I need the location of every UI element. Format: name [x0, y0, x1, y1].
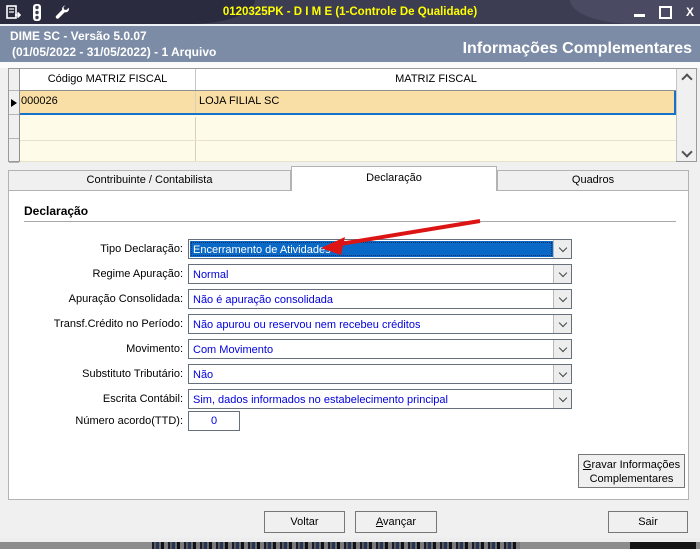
- notes-icon[interactable]: [6, 4, 21, 20]
- field-label-apuracao-consolidada: Apuração Consolidada:: [68, 293, 183, 305]
- gutter-cell-row2[interactable]: [9, 115, 19, 139]
- field-label-movimento: Movimento:: [126, 343, 183, 355]
- combobox-movimento[interactable]: Com Movimento: [188, 339, 572, 359]
- tab-declaracao[interactable]: Declaração: [291, 166, 497, 191]
- combobox-tipo-declaracao[interactable]: Encerramento de Atividades: [188, 239, 572, 259]
- combobox-value[interactable]: Encerramento de Atividades: [190, 241, 553, 257]
- field-label-numero-acordo-ttd: Número acordo(TTD):: [75, 415, 183, 427]
- field-label-substituto-tributario: Substituto Tributário:: [82, 368, 183, 380]
- window-title: 0120325PK - D I M E (1-Controle De Quali…: [222, 6, 478, 18]
- app-version: DIME SC - Versão 5.0.07: [10, 29, 147, 43]
- period-info: (01/05/2022 - 31/05/2022) - 1 Arquivo: [12, 45, 217, 59]
- combobox-escrita-contabil[interactable]: Sim, dados informados no estabelecimento…: [188, 389, 572, 409]
- gutter-header-cell: [9, 69, 19, 91]
- group-divider-line: [24, 221, 676, 222]
- grid-header-row: Código MATRIZ FISCAL MATRIZ FISCAL: [20, 69, 676, 91]
- combobox-transf-credito[interactable]: Não apurou ou reservou nem recebeu crédi…: [188, 314, 572, 334]
- table-row-empty[interactable]: [20, 141, 676, 162]
- scroll-up-icon[interactable]: [677, 69, 696, 85]
- numero-acordo-ttd-input[interactable]: [188, 411, 240, 431]
- field-label-tipo-declaracao: Tipo Declaração:: [100, 243, 183, 255]
- chevron-down-icon[interactable]: [553, 315, 571, 333]
- current-row-marker-icon: [11, 99, 17, 107]
- tab-contribuinte-contabilista[interactable]: Contribuinte / Contabilista: [8, 170, 291, 191]
- table-row-selected[interactable]: 000026 LOJA FILIAL SC: [20, 91, 676, 115]
- chevron-down-icon[interactable]: [553, 390, 571, 408]
- chevron-down-icon[interactable]: [553, 240, 571, 258]
- chevron-down-icon[interactable]: [553, 265, 571, 283]
- cell-matriz[interactable]: LOJA FILIAL SC: [196, 91, 674, 113]
- combobox-regime-apuracao[interactable]: Normal: [188, 264, 572, 284]
- gravar-informacoes-complementares-button[interactable]: Gravar Informações Complementares: [578, 454, 685, 488]
- combobox-apuracao-consolidada[interactable]: Não é apuração consolidada: [188, 289, 572, 309]
- sair-button[interactable]: Sair: [608, 511, 688, 533]
- close-icon[interactable]: X: [686, 5, 694, 19]
- minimize-icon[interactable]: [633, 13, 645, 17]
- field-label-transf-credito: Transf.Crédito no Período:: [53, 318, 183, 330]
- voltar-button[interactable]: Voltar: [264, 511, 345, 533]
- cell-codigo[interactable]: 000026: [20, 91, 196, 113]
- chevron-down-icon[interactable]: [553, 290, 571, 308]
- field-label-escrita-contabil: Escrita Contábil:: [102, 393, 183, 405]
- page-title: Informações Complementares: [462, 40, 692, 57]
- chevron-down-icon[interactable]: [553, 340, 571, 358]
- background-window-edge: [0, 542, 700, 549]
- app-header: DIME SC - Versão 5.0.07 (01/05/2022 - 31…: [0, 24, 700, 62]
- column-header-matriz[interactable]: MATRIZ FISCAL: [196, 69, 676, 90]
- combobox-substituto-tributario[interactable]: Não: [188, 364, 572, 384]
- grid-vertical-scrollbar[interactable]: [676, 69, 696, 161]
- group-title-declaracao: Declaração: [24, 204, 89, 218]
- table-row-empty[interactable]: [20, 117, 676, 141]
- avancar-button[interactable]: Avançar: [355, 511, 437, 533]
- grid-row-selector-column: [9, 69, 20, 163]
- traffic-light-icon[interactable]: [31, 3, 43, 21]
- chevron-down-icon[interactable]: [553, 365, 571, 383]
- wrench-icon[interactable]: [53, 4, 69, 20]
- combobox-value[interactable]: Normal: [190, 266, 553, 282]
- combobox-value[interactable]: Com Movimento: [190, 341, 553, 357]
- matriz-fiscal-grid: Código MATRIZ FISCAL MATRIZ FISCAL 00002…: [8, 68, 697, 163]
- scroll-down-icon[interactable]: [677, 145, 696, 161]
- field-label-regime-apuracao: Regime Apuração:: [92, 268, 184, 280]
- gutter-cell-row3[interactable]: [9, 139, 19, 163]
- maximize-icon[interactable]: [658, 5, 672, 19]
- column-header-codigo[interactable]: Código MATRIZ FISCAL: [20, 69, 196, 90]
- tab-quadros[interactable]: Quadros: [497, 170, 689, 191]
- combobox-value[interactable]: Não: [190, 366, 553, 382]
- gutter-cell-row1[interactable]: [9, 91, 19, 115]
- combobox-value[interactable]: Não é apuração consolidada: [190, 291, 553, 307]
- window-titlebar[interactable]: 0120325PK - D I M E (1-Controle De Quali…: [0, 0, 700, 24]
- combobox-value[interactable]: Não apurou ou reservou nem recebeu crédi…: [190, 316, 553, 332]
- combobox-value[interactable]: Sim, dados informados no estabelecimento…: [190, 391, 553, 407]
